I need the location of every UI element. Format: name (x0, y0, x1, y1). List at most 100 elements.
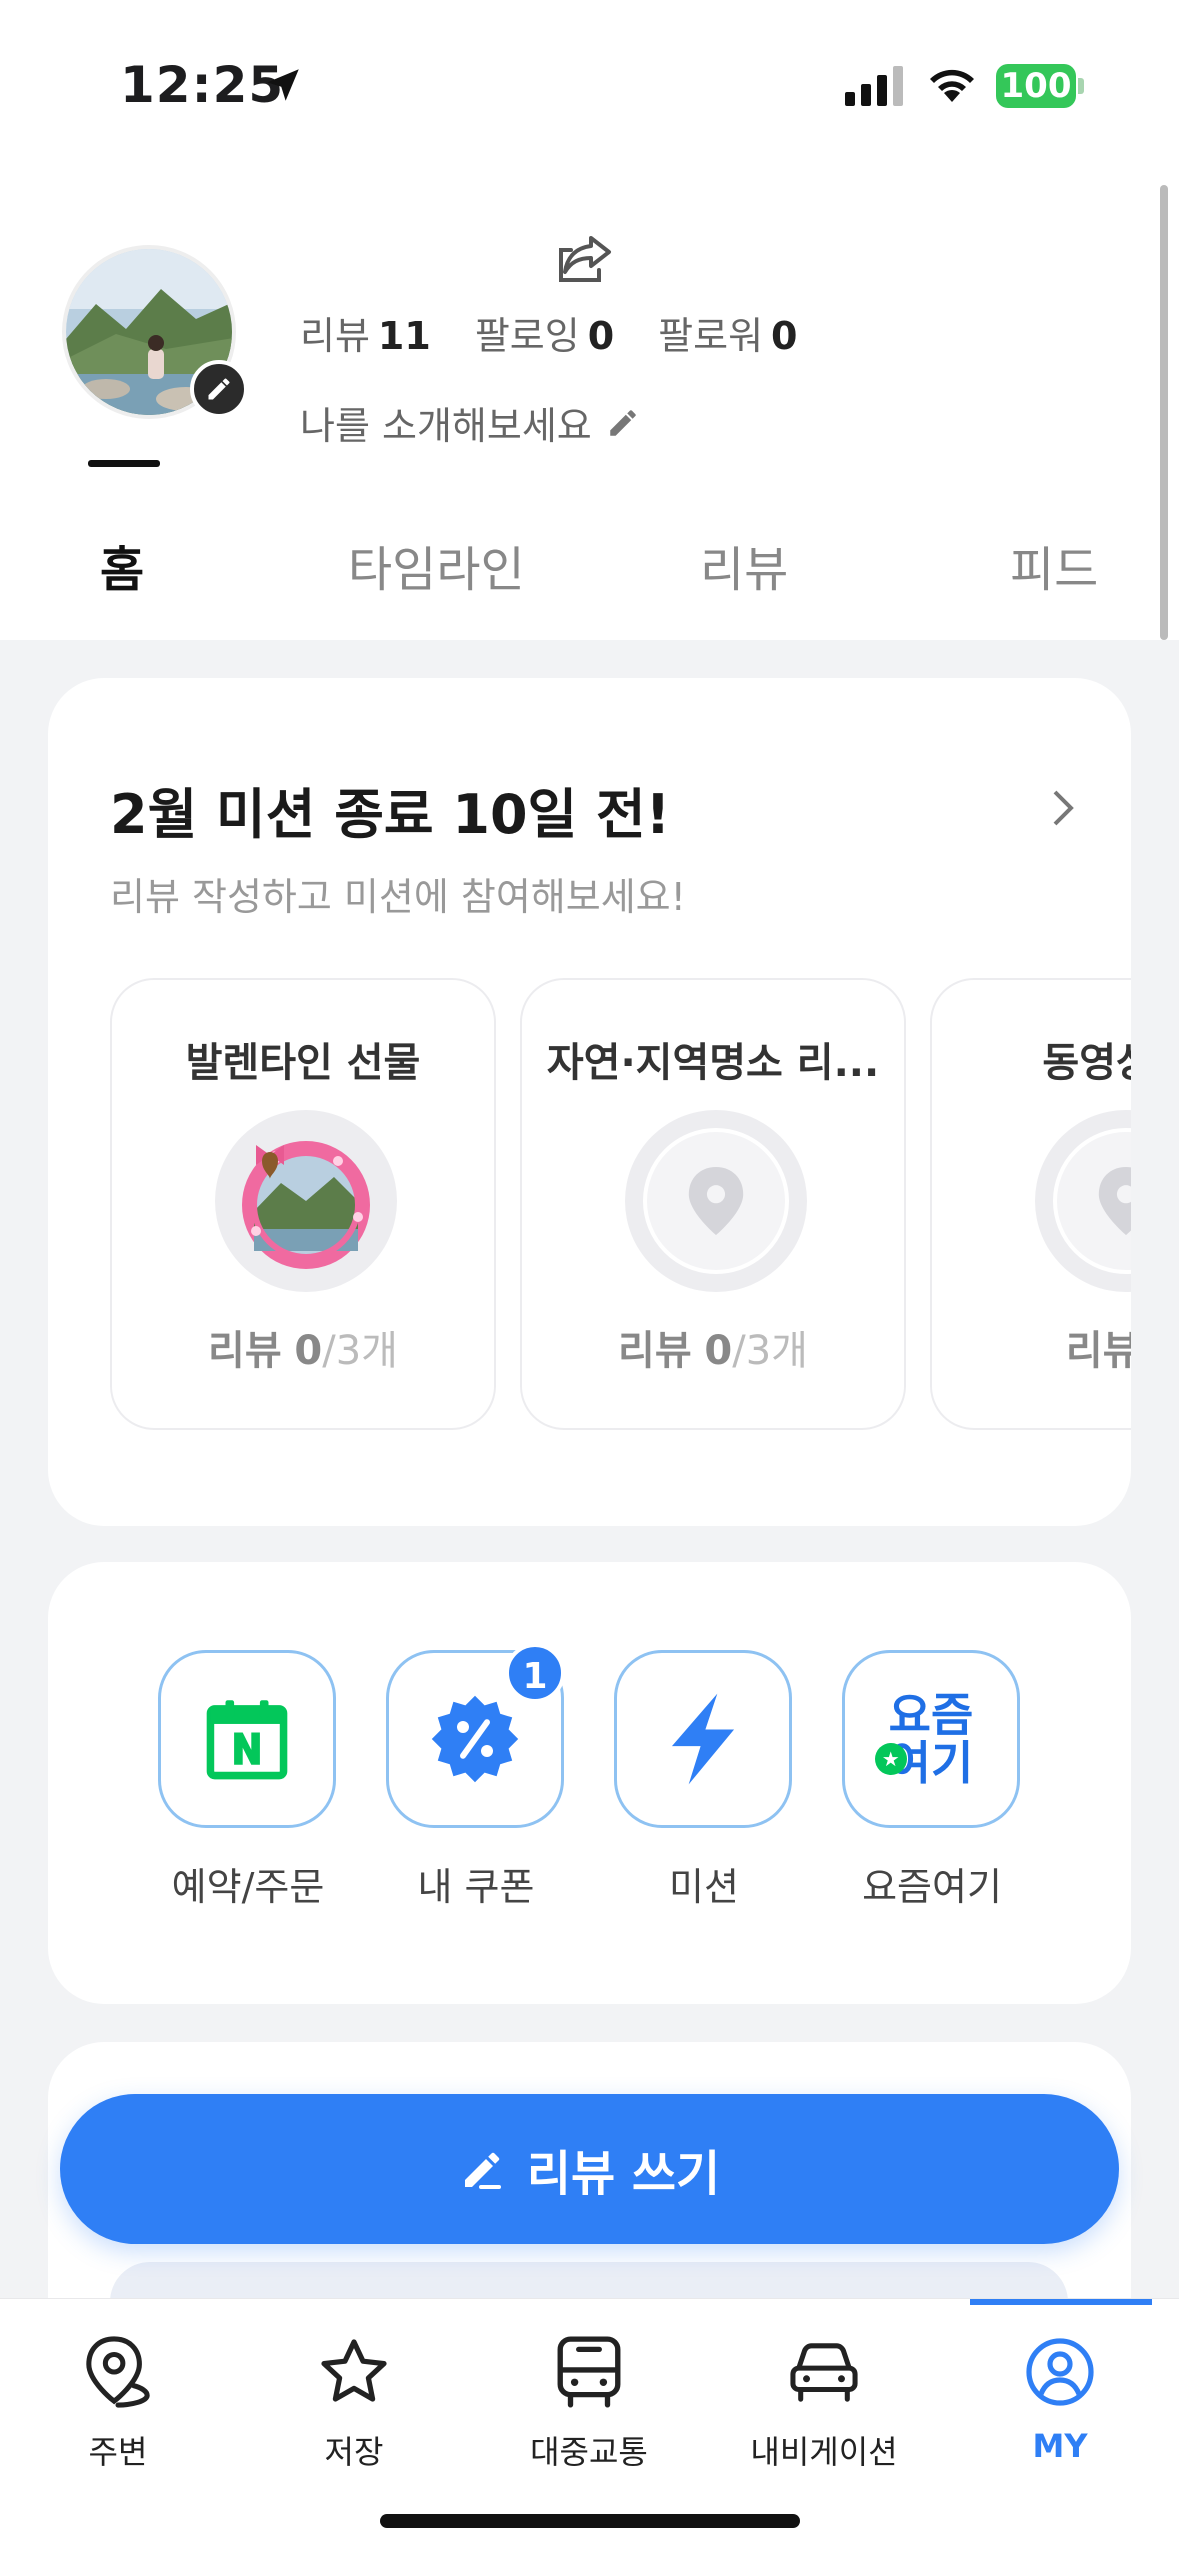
pencil-icon (610, 409, 636, 436)
shortcut-icon-box: 요즘 ★ 여기 (842, 1650, 1020, 1828)
profile-tabs: 홈 타임라인 리뷰 피드 (0, 530, 1179, 640)
tab-active-indicator (88, 460, 160, 467)
nav-label: 내비게이션 (750, 2433, 898, 2471)
tab-home[interactable]: 홈 (100, 530, 144, 600)
count-label: 리뷰 (618, 1328, 692, 1374)
yojeum-yeogi-logo: 요즘 ★ 여기 (874, 1688, 974, 1787)
stat-label: 팔로워 (658, 314, 764, 358)
profile-stats: 리뷰 11 팔로잉 0 팔로워 0 (300, 305, 798, 360)
count-value: 0 (294, 1328, 323, 1374)
battery-cap (1078, 78, 1084, 94)
avatar-edit-button[interactable] (190, 360, 248, 418)
shortcut-card: 예약/주문 1 내 쿠폰 미션 요즘 ★ 여기 요즘여기 (48, 1562, 1131, 2004)
stat-value: 0 (771, 314, 798, 358)
mission-title[interactable]: 2월 미션 종료 10일 전! (110, 770, 670, 849)
mission-item-count: 리뷰 0/3개 (112, 1318, 494, 1376)
write-pencil-icon (464, 2152, 501, 2189)
stat-label: 팔로잉 (474, 314, 580, 358)
nav-my[interactable]: MY (960, 2329, 1160, 2465)
mission-badge (215, 1110, 397, 1292)
nav-label: 주변 (88, 2433, 148, 2471)
profile-header: 리뷰 11 팔로잉 0 팔로워 0 나를 소개해보세요 홈 타임라인 리뷰 피드 (0, 170, 1179, 640)
nav-active-indicator (970, 2299, 1152, 2305)
nav-label: 저장 (324, 2433, 384, 2471)
count-label: 리뷰 (208, 1328, 282, 1374)
stat-value: 0 (587, 314, 615, 358)
count-goal: /3개 (322, 1328, 398, 1374)
lightning-icon (671, 1693, 735, 1785)
shortcut-label: 내 쿠폰 (417, 1865, 535, 1909)
stat-following[interactable]: 팔로잉 0 (475, 305, 614, 360)
shortcut-label: 요즘여기 (862, 1865, 1002, 1909)
coupon-icon (431, 1695, 519, 1783)
mission-badge-inner (1053, 1128, 1131, 1274)
mission-card: 2월 미션 종료 10일 전! 리뷰 작성하고 미션에 참여해보세요! 발렌타인… (48, 678, 1131, 1526)
shortcut-coupon[interactable]: 1 내 쿠폰 (386, 1643, 566, 1911)
mission-badge (625, 1110, 807, 1292)
nav-transit[interactable]: 대중교통 (489, 2329, 689, 2473)
coupon-count-badge: 1 (505, 1643, 565, 1703)
mission-item[interactable]: 발렌타인 선물 리뷰 0/3개 (110, 978, 496, 1430)
stat-value: 11 (377, 314, 431, 358)
tab-reviews[interactable]: 리뷰 (700, 530, 788, 600)
battery-indicator: 100 (996, 64, 1076, 108)
mission-item-title: 동영상 리 (1042, 1040, 1131, 1086)
location-pin-icon (86, 2336, 150, 2408)
count-goal: /3개 (732, 1328, 808, 1374)
mission-item[interactable]: 동영상 리 리뷰 0 (930, 978, 1131, 1430)
count-label: 리뷰 (1065, 1328, 1131, 1374)
shortcut-icon-box: 1 (386, 1643, 565, 1828)
nav-label: MY (1032, 2427, 1088, 2465)
valentine-badge-icon (242, 1141, 370, 1269)
location-pin-icon (1098, 1167, 1131, 1235)
shortcut-mission[interactable]: 미션 (614, 1650, 794, 1911)
mission-item-title: 자연·지역명소 리... (546, 1040, 880, 1086)
stat-label: 리뷰 (300, 314, 370, 358)
mission-item-title: 발렌타인 선물 (185, 1040, 421, 1086)
stat-followers[interactable]: 팔로워 0 (658, 305, 797, 360)
star-pin-icon: ★ (874, 1743, 907, 1775)
home-indicator[interactable] (380, 2514, 800, 2528)
logo-text-top: 요즘 (888, 1688, 974, 1742)
chevron-right-icon[interactable] (1051, 788, 1075, 828)
status-time: 12:25 (120, 56, 285, 114)
mission-item[interactable]: 자연·지역명소 리... 리뷰 0/3개 (520, 978, 906, 1430)
shortcut-label: 미션 (669, 1865, 739, 1909)
location-pin-icon (688, 1167, 744, 1235)
stat-reviews[interactable]: 리뷰 11 (300, 305, 431, 360)
car-icon (790, 2343, 858, 2402)
nav-navigation[interactable]: 내비게이션 (724, 2329, 924, 2473)
intro-edit[interactable]: 나를 소개해보세요 (300, 395, 640, 450)
nav-nearby[interactable]: 주변 (18, 2329, 218, 2473)
tab-timeline[interactable]: 타임라인 (348, 530, 525, 600)
scrollbar[interactable] (1160, 185, 1168, 640)
mission-list: 발렌타인 선물 리뷰 0/3개 자연·지역명소 리... 리뷰 0/3개 동영 … (110, 978, 1131, 1438)
write-review-label: 리뷰 쓰기 (526, 2146, 721, 2202)
mission-badge-inner (643, 1128, 789, 1274)
logo-text-row: ★ 여기 (874, 1739, 973, 1787)
mission-subtitle: 리뷰 작성하고 미션에 참여해보세요! (110, 875, 686, 919)
write-review-button[interactable]: 리뷰 쓰기 (60, 2094, 1119, 2244)
intro-text: 나를 소개해보세요 (300, 404, 592, 448)
user-icon (1026, 2338, 1094, 2406)
tab-feed[interactable]: 피드 (1010, 530, 1098, 600)
mission-item-count: 리뷰 0 (932, 1318, 1131, 1376)
shortcut-reservation[interactable]: 예약/주문 (158, 1650, 338, 1911)
mission-item-count: 리뷰 0/3개 (522, 1318, 904, 1376)
wifi-icon (930, 69, 974, 102)
pencil-icon (208, 378, 230, 400)
naver-calendar-icon (206, 1700, 288, 1780)
location-arrow-icon (267, 69, 299, 101)
nav-saved[interactable]: 저장 (254, 2329, 454, 2473)
shortcut-label: 예약/주문 (171, 1865, 325, 1909)
shortcut-icon-box (614, 1650, 792, 1828)
star-icon (321, 2339, 387, 2402)
bus-icon (557, 2336, 621, 2408)
cellular-signal-icon (845, 66, 903, 106)
share-icon[interactable] (555, 232, 615, 286)
mission-badge (1035, 1110, 1131, 1292)
shortcut-yojeum-yeogi[interactable]: 요즘 ★ 여기 요즘여기 (842, 1650, 1022, 1911)
status-bar: 12:25 100 (0, 0, 1179, 170)
shortcut-icon-box (158, 1650, 336, 1828)
nav-label: 대중교통 (530, 2433, 648, 2471)
